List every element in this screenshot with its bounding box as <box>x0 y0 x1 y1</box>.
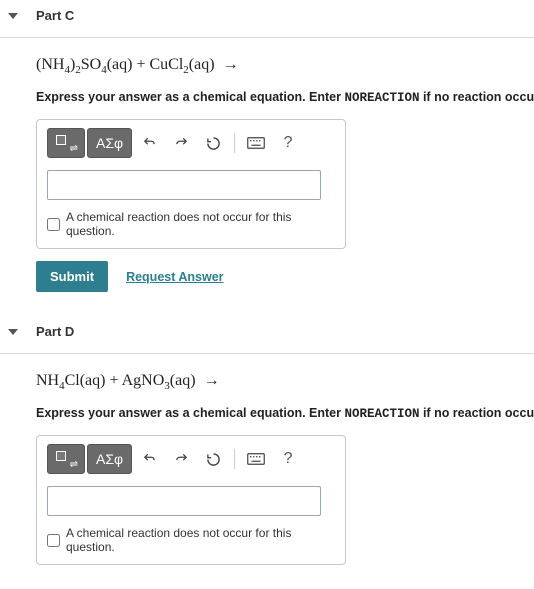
no-reaction-label: A chemical reaction does not occur for t… <box>66 526 335 554</box>
undo-icon <box>142 136 157 150</box>
instruction-mono: NOREACTION <box>344 407 419 421</box>
toolbar-separator <box>234 449 235 469</box>
keyboard-icon <box>247 453 265 465</box>
no-reaction-row[interactable]: A chemical reaction does not occur for t… <box>47 526 335 554</box>
reset-icon <box>206 136 221 151</box>
part-body: (NH4)2SO4(aq) + CuCl2(aq) → Express your… <box>0 38 534 292</box>
undo-icon <box>142 452 157 466</box>
instruction-mono: NOREACTION <box>344 91 419 105</box>
answer-input[interactable] <box>47 170 321 200</box>
instruction-post: if no reaction occurs. Ide <box>419 406 534 420</box>
part-c: Part C (NH4)2SO4(aq) + CuCl2(aq) → Expre… <box>0 0 534 292</box>
actions-row: Submit Request Answer <box>36 261 534 292</box>
symbols-button[interactable]: ΑΣφ <box>87 128 132 158</box>
no-reaction-label: A chemical reaction does not occur for t… <box>66 210 335 238</box>
symbols-button[interactable]: ΑΣφ <box>87 444 132 474</box>
reset-button[interactable] <box>198 128 228 158</box>
instruction-pre: Express your answer as a chemical equati… <box>36 406 344 420</box>
templates-button[interactable] <box>47 444 85 474</box>
answer-panel: ΑΣφ ? A chemical reaction does not occur… <box>36 119 346 249</box>
redo-button[interactable] <box>166 128 196 158</box>
collapse-caret-icon <box>8 329 18 335</box>
collapse-caret-icon <box>8 13 18 19</box>
templates-icon <box>56 451 76 467</box>
keyboard-icon <box>247 137 265 149</box>
help-icon: ? <box>284 134 293 152</box>
undo-button[interactable] <box>134 444 164 474</box>
no-reaction-checkbox[interactable] <box>47 218 60 231</box>
toolbar-separator <box>234 133 235 153</box>
part-title: Part C <box>36 8 74 23</box>
toolbar: ΑΣφ ? <box>47 444 335 474</box>
undo-button[interactable] <box>134 128 164 158</box>
no-reaction-row[interactable]: A chemical reaction does not occur for t… <box>47 210 335 238</box>
part-body: NH4Cl(aq) + AgNO3(aq) → Express your ans… <box>0 354 534 565</box>
part-header[interactable]: Part C <box>0 0 534 38</box>
redo-icon <box>174 452 189 466</box>
reset-button[interactable] <box>198 444 228 474</box>
part-d: Part D NH4Cl(aq) + AgNO3(aq) → Express y… <box>0 316 534 565</box>
templates-button[interactable] <box>47 128 85 158</box>
chemical-equation: NH4Cl(aq) + AgNO3(aq) → <box>36 372 534 392</box>
submit-button[interactable]: Submit <box>36 261 108 292</box>
reset-icon <box>206 452 221 467</box>
redo-button[interactable] <box>166 444 196 474</box>
templates-icon <box>56 135 76 151</box>
chemical-equation: (NH4)2SO4(aq) + CuCl2(aq) → <box>36 56 534 76</box>
answer-panel: ΑΣφ ? A chemical reaction does not occur… <box>36 435 346 565</box>
part-title: Part D <box>36 324 74 339</box>
help-button[interactable]: ? <box>273 128 303 158</box>
answer-input[interactable] <box>47 486 321 516</box>
instruction-post: if no reaction occurs. Ide <box>419 90 534 104</box>
instruction-pre: Express your answer as a chemical equati… <box>36 90 344 104</box>
toolbar: ΑΣφ ? <box>47 128 335 158</box>
request-answer-link[interactable]: Request Answer <box>126 270 223 284</box>
part-header[interactable]: Part D <box>0 316 534 354</box>
help-icon: ? <box>284 450 293 468</box>
instruction-text: Express your answer as a chemical equati… <box>36 406 534 421</box>
instruction-text: Express your answer as a chemical equati… <box>36 90 534 105</box>
redo-icon <box>174 136 189 150</box>
help-button[interactable]: ? <box>273 444 303 474</box>
no-reaction-checkbox[interactable] <box>47 534 60 547</box>
keyboard-button[interactable] <box>241 128 271 158</box>
keyboard-button[interactable] <box>241 444 271 474</box>
